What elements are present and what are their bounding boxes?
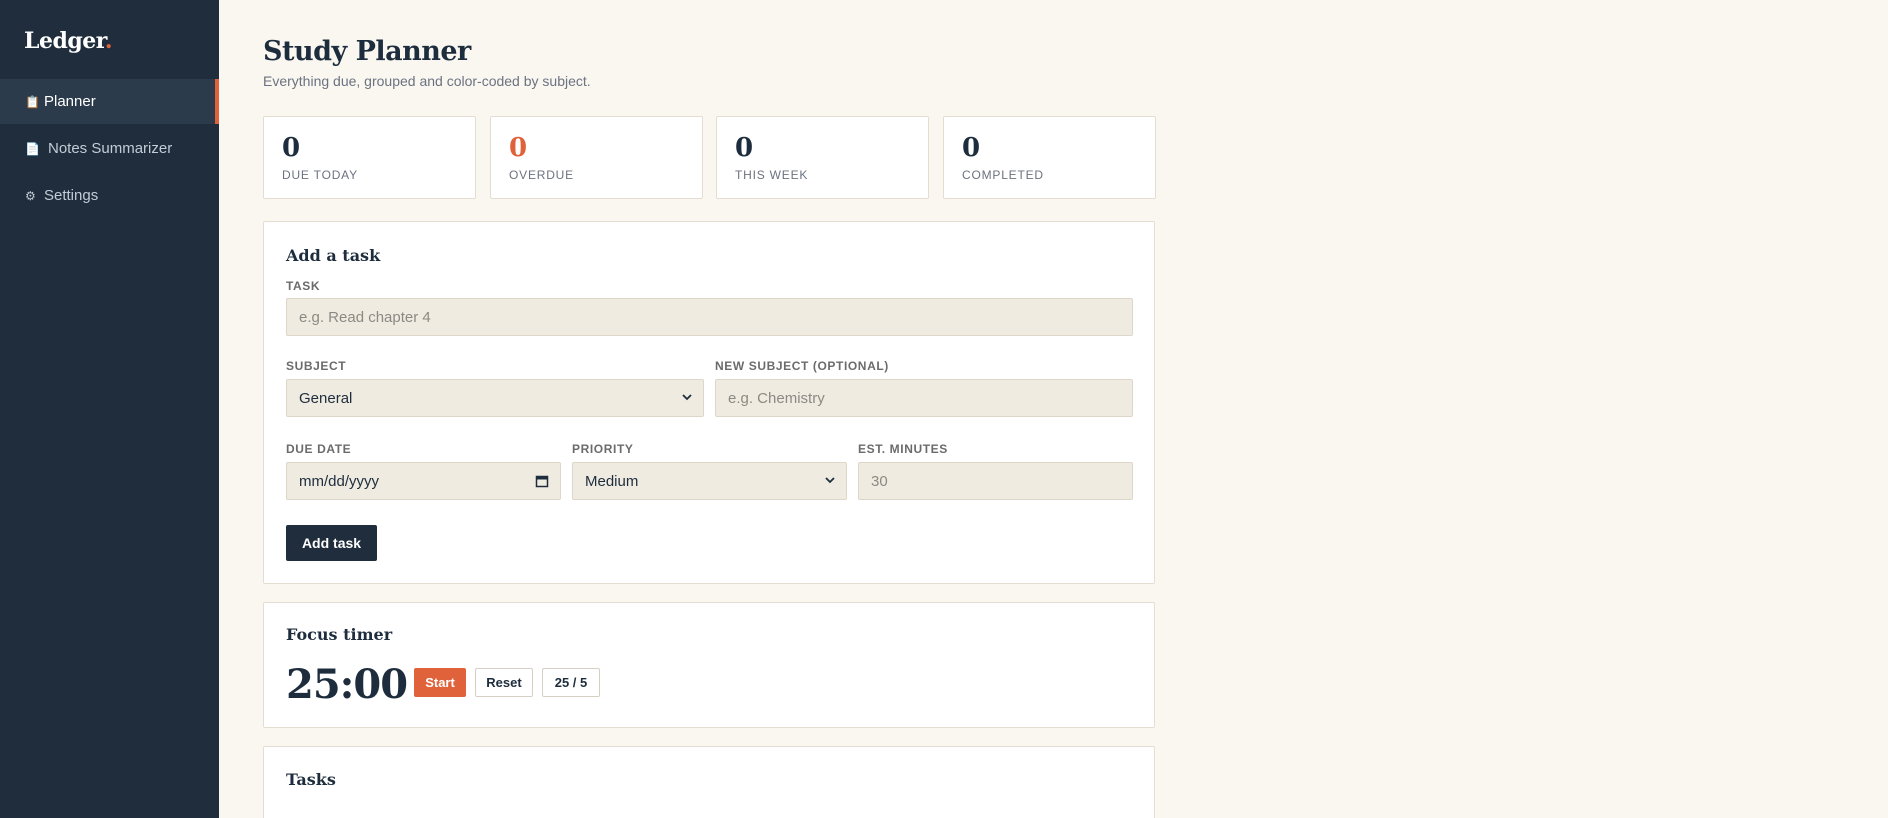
sidebar: Ledger. 📋 Planner 📄 Notes Summarizer ⚙ S… bbox=[0, 0, 219, 818]
stat-card-this-week: 0 THIS WEEK bbox=[716, 116, 929, 199]
page-subtitle: Everything due, grouped and color-coded … bbox=[263, 73, 591, 89]
reset-timer-button[interactable]: Reset bbox=[475, 668, 533, 697]
brand-name: Ledger bbox=[24, 28, 105, 54]
stat-label: OVERDUE bbox=[509, 168, 574, 182]
document-icon: 📄 bbox=[25, 141, 40, 156]
sidebar-item-planner[interactable]: 📋 Planner bbox=[0, 79, 219, 124]
stat-value: 0 bbox=[509, 133, 528, 163]
subject-select-value: General bbox=[299, 389, 353, 407]
stat-card-completed: 0 COMPLETED bbox=[943, 116, 1156, 199]
chevron-down-icon bbox=[825, 477, 835, 484]
clipboard-icon: 📋 bbox=[25, 94, 40, 109]
timer-display: 25:00 bbox=[286, 661, 408, 708]
due-date-placeholder: mm/dd/yyyy bbox=[299, 472, 380, 490]
stat-card-due-today: 0 DUE TODAY bbox=[263, 116, 476, 199]
add-task-button[interactable]: Add task bbox=[286, 525, 377, 561]
due-date-label: DUE DATE bbox=[286, 442, 352, 456]
start-timer-button[interactable]: Start bbox=[414, 668, 466, 697]
chevron-down-icon bbox=[682, 394, 692, 401]
stat-value: 0 bbox=[962, 133, 981, 163]
brand-logo[interactable]: Ledger. bbox=[24, 28, 112, 54]
add-task-title: Add a task bbox=[286, 246, 381, 265]
tasks-title: Tasks bbox=[286, 770, 336, 789]
sidebar-item-settings[interactable]: ⚙ Settings bbox=[0, 173, 219, 218]
subject-label: SUBJECT bbox=[286, 359, 347, 373]
gear-icon: ⚙ bbox=[25, 188, 36, 203]
stat-card-overdue: 0 OVERDUE bbox=[490, 116, 703, 199]
page-title: Study Planner bbox=[263, 36, 471, 67]
stat-value: 0 bbox=[735, 133, 754, 163]
new-subject-label: NEW SUBJECT (OPTIONAL) bbox=[715, 359, 889, 373]
tasks-card: Tasks bbox=[263, 746, 1155, 818]
brand-dot: . bbox=[104, 28, 113, 54]
sidebar-item-notes-summarizer[interactable]: 📄 Notes Summarizer bbox=[0, 126, 219, 171]
add-task-card: Add a task TASK e.g. Read chapter 4 SUBJ… bbox=[263, 221, 1155, 584]
est-minutes-label: EST. MINUTES bbox=[858, 442, 948, 456]
timer-mode-button[interactable]: 25 / 5 bbox=[542, 668, 600, 697]
subject-select[interactable]: General bbox=[286, 379, 704, 417]
est-minutes-input[interactable]: 30 bbox=[858, 462, 1133, 500]
task-label: TASK bbox=[286, 279, 321, 293]
due-date-input[interactable]: mm/dd/yyyy bbox=[286, 462, 561, 500]
stat-value: 0 bbox=[282, 133, 301, 163]
stat-label: DUE TODAY bbox=[282, 168, 358, 182]
stat-label: COMPLETED bbox=[962, 168, 1044, 182]
priority-select-value: Medium bbox=[585, 472, 639, 490]
task-input[interactable]: e.g. Read chapter 4 bbox=[286, 298, 1133, 336]
sidebar-item-label: Notes Summarizer bbox=[48, 140, 173, 157]
stat-label: THIS WEEK bbox=[735, 168, 809, 182]
priority-select[interactable]: Medium bbox=[572, 462, 847, 500]
sidebar-item-label: Planner bbox=[44, 93, 96, 110]
priority-label: PRIORITY bbox=[572, 442, 634, 456]
focus-timer-title: Focus timer bbox=[286, 625, 393, 644]
calendar-icon[interactable] bbox=[535, 474, 549, 488]
new-subject-input[interactable]: e.g. Chemistry bbox=[715, 379, 1133, 417]
focus-timer-card: Focus timer 25:00 Start Reset 25 / 5 bbox=[263, 602, 1155, 728]
sidebar-item-label: Settings bbox=[44, 187, 99, 204]
